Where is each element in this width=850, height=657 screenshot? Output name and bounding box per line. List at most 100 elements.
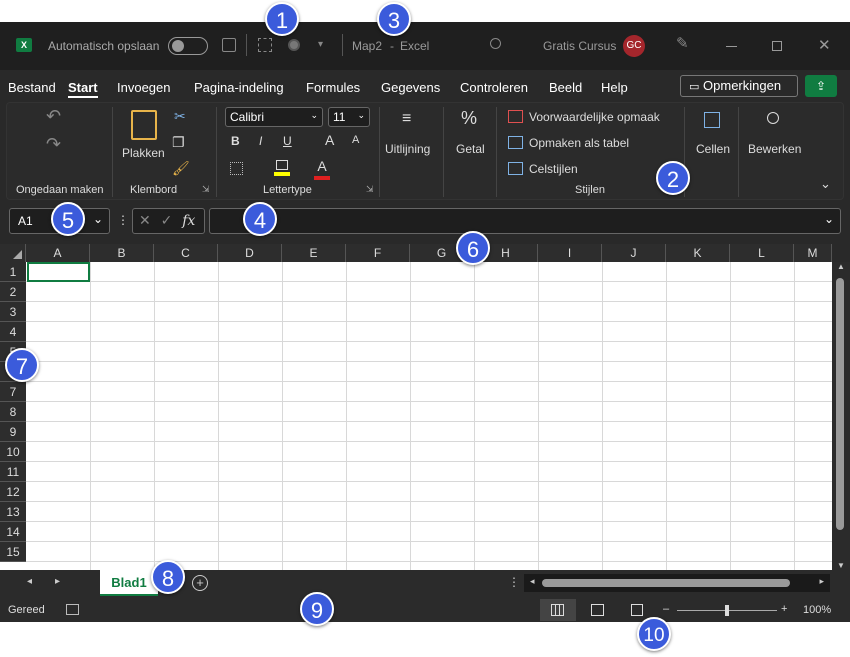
percent-icon[interactable]: %: [461, 108, 477, 129]
zoom-in-button[interactable]: +: [781, 603, 787, 615]
zoom-slider[interactable]: [677, 605, 777, 616]
more-options-icon[interactable]: ⋮: [508, 575, 520, 589]
tab-beeld[interactable]: Beeld: [549, 80, 582, 95]
cut-icon[interactable]: ✂: [174, 108, 186, 125]
row-header-14[interactable]: 14: [0, 522, 26, 542]
tab-bestand[interactable]: Bestand: [8, 80, 56, 95]
cells-icon[interactable]: [704, 112, 720, 128]
add-sheet-icon[interactable]: +: [192, 575, 208, 591]
scroll-thumb[interactable]: [836, 278, 844, 530]
zoom-slider-thumb[interactable]: [725, 605, 729, 616]
row-header-11[interactable]: 11: [0, 462, 26, 482]
accessibility-icon[interactable]: [66, 604, 79, 615]
column-header-b[interactable]: B: [90, 244, 154, 262]
column-header-l[interactable]: L: [730, 244, 794, 262]
tab-formules[interactable]: Formules: [306, 80, 360, 95]
editing-button[interactable]: Bewerken: [748, 142, 801, 156]
scroll-down-icon[interactable]: ▼: [832, 561, 850, 570]
column-header-m[interactable]: M: [794, 244, 832, 262]
shrink-font-button[interactable]: A: [352, 134, 359, 146]
scroll-left-icon[interactable]: ◂: [530, 576, 535, 587]
tab-start[interactable]: Start: [68, 80, 98, 95]
share-button[interactable]: ⇪: [805, 75, 837, 97]
font-launcher-icon[interactable]: ⇲: [366, 184, 374, 195]
row-header-15[interactable]: 15: [0, 542, 26, 562]
zoom-level[interactable]: 100%: [803, 604, 831, 616]
row-header-2[interactable]: 2: [0, 282, 26, 302]
border-icon[interactable]: [230, 162, 243, 175]
row-header-12[interactable]: 12: [0, 482, 26, 502]
underline-button[interactable]: U: [283, 134, 292, 148]
fx-button[interactable]: fx: [182, 213, 195, 229]
grow-font-button[interactable]: A: [325, 132, 334, 148]
paste-label[interactable]: Plakken: [122, 146, 165, 160]
formula-input[interactable]: ⌄: [209, 208, 841, 234]
clipboard-launcher-icon[interactable]: ⇲: [202, 184, 210, 195]
tab-help[interactable]: Help: [601, 80, 628, 95]
cells-button[interactable]: Cellen: [696, 142, 730, 156]
minimize-icon[interactable]: [726, 46, 737, 47]
format-painter-icon[interactable]: 🖌: [172, 160, 190, 177]
active-cell[interactable]: [27, 262, 90, 282]
comments-button[interactable]: ▭ Opmerkingen: [680, 75, 798, 97]
enter-icon[interactable]: ✓: [161, 212, 173, 228]
vertical-scrollbar[interactable]: ▲ ▼: [832, 262, 850, 570]
pen-icon[interactable]: ✎: [676, 34, 689, 52]
select-all-corner[interactable]: [0, 244, 26, 262]
page-break-view-icon[interactable]: [631, 604, 643, 616]
scroll-right-icon[interactable]: ▸: [819, 576, 824, 587]
copy-icon[interactable]: ❐: [172, 134, 185, 151]
record-icon[interactable]: [288, 39, 300, 51]
normal-view-icon[interactable]: [540, 599, 576, 621]
cancel-icon[interactable]: ✕: [139, 212, 151, 228]
number-button[interactable]: Getal: [456, 142, 485, 156]
row-header-7[interactable]: 7: [0, 382, 26, 402]
row-header-1[interactable]: 1: [0, 262, 26, 282]
zoom-out-button[interactable]: –: [663, 603, 669, 615]
font-name-select[interactable]: Calibri ⌄: [225, 107, 323, 127]
column-header-e[interactable]: E: [282, 244, 346, 262]
conditional-format-button[interactable]: Voorwaardelijke opmaak: [529, 110, 660, 124]
sheet-tab-blad1[interactable]: Blad1: [100, 570, 158, 596]
column-header-d[interactable]: D: [218, 244, 282, 262]
column-header-f[interactable]: F: [346, 244, 410, 262]
h-scroll-thumb[interactable]: [542, 579, 790, 587]
prev-sheet-icon[interactable]: ◂: [27, 576, 32, 587]
fill-color-icon[interactable]: [274, 160, 290, 178]
format-table-button[interactable]: Opmaken als tabel: [529, 136, 629, 150]
column-header-j[interactable]: J: [602, 244, 666, 262]
paste-icon[interactable]: [131, 110, 157, 140]
avatar[interactable]: GC: [623, 35, 645, 57]
tab-invoegen[interactable]: Invoegen: [117, 80, 171, 95]
alignment-icon[interactable]: ≡: [402, 110, 411, 128]
autosave-toggle[interactable]: [168, 37, 208, 55]
column-header-k[interactable]: K: [666, 244, 730, 262]
font-color-icon[interactable]: A: [314, 158, 330, 180]
search-icon[interactable]: [490, 38, 501, 49]
row-header-13[interactable]: 13: [0, 502, 26, 522]
save-icon[interactable]: [222, 38, 236, 52]
maximize-icon[interactable]: [772, 41, 782, 51]
search-icon[interactable]: [767, 112, 779, 124]
cell-styles-button[interactable]: Celstijlen: [529, 162, 578, 176]
column-header-i[interactable]: I: [538, 244, 602, 262]
tab-controleren[interactable]: Controleren: [460, 80, 528, 95]
column-header-c[interactable]: C: [154, 244, 218, 262]
more-options-icon[interactable]: ⋮: [117, 213, 129, 227]
row-header-4[interactable]: 4: [0, 322, 26, 342]
font-size-select[interactable]: 11 ⌄: [328, 107, 370, 127]
scroll-up-icon[interactable]: ▲: [832, 262, 850, 271]
horizontal-scrollbar[interactable]: ◂ ▸: [524, 574, 830, 592]
row-header-9[interactable]: 9: [0, 422, 26, 442]
italic-button[interactable]: I: [259, 134, 262, 148]
next-sheet-icon[interactable]: ▸: [55, 576, 60, 587]
close-icon[interactable]: ✕: [818, 36, 831, 54]
customize-quick-access-icon[interactable]: ▾: [318, 39, 323, 50]
page-layout-view-icon[interactable]: [591, 604, 604, 616]
collapse-ribbon-icon[interactable]: ⌄: [820, 176, 831, 192]
bold-button[interactable]: B: [231, 134, 240, 148]
redo-icon[interactable]: ↷: [46, 134, 61, 155]
column-header-a[interactable]: A: [26, 244, 90, 262]
form-icon[interactable]: [258, 38, 272, 52]
row-header-10[interactable]: 10: [0, 442, 26, 462]
